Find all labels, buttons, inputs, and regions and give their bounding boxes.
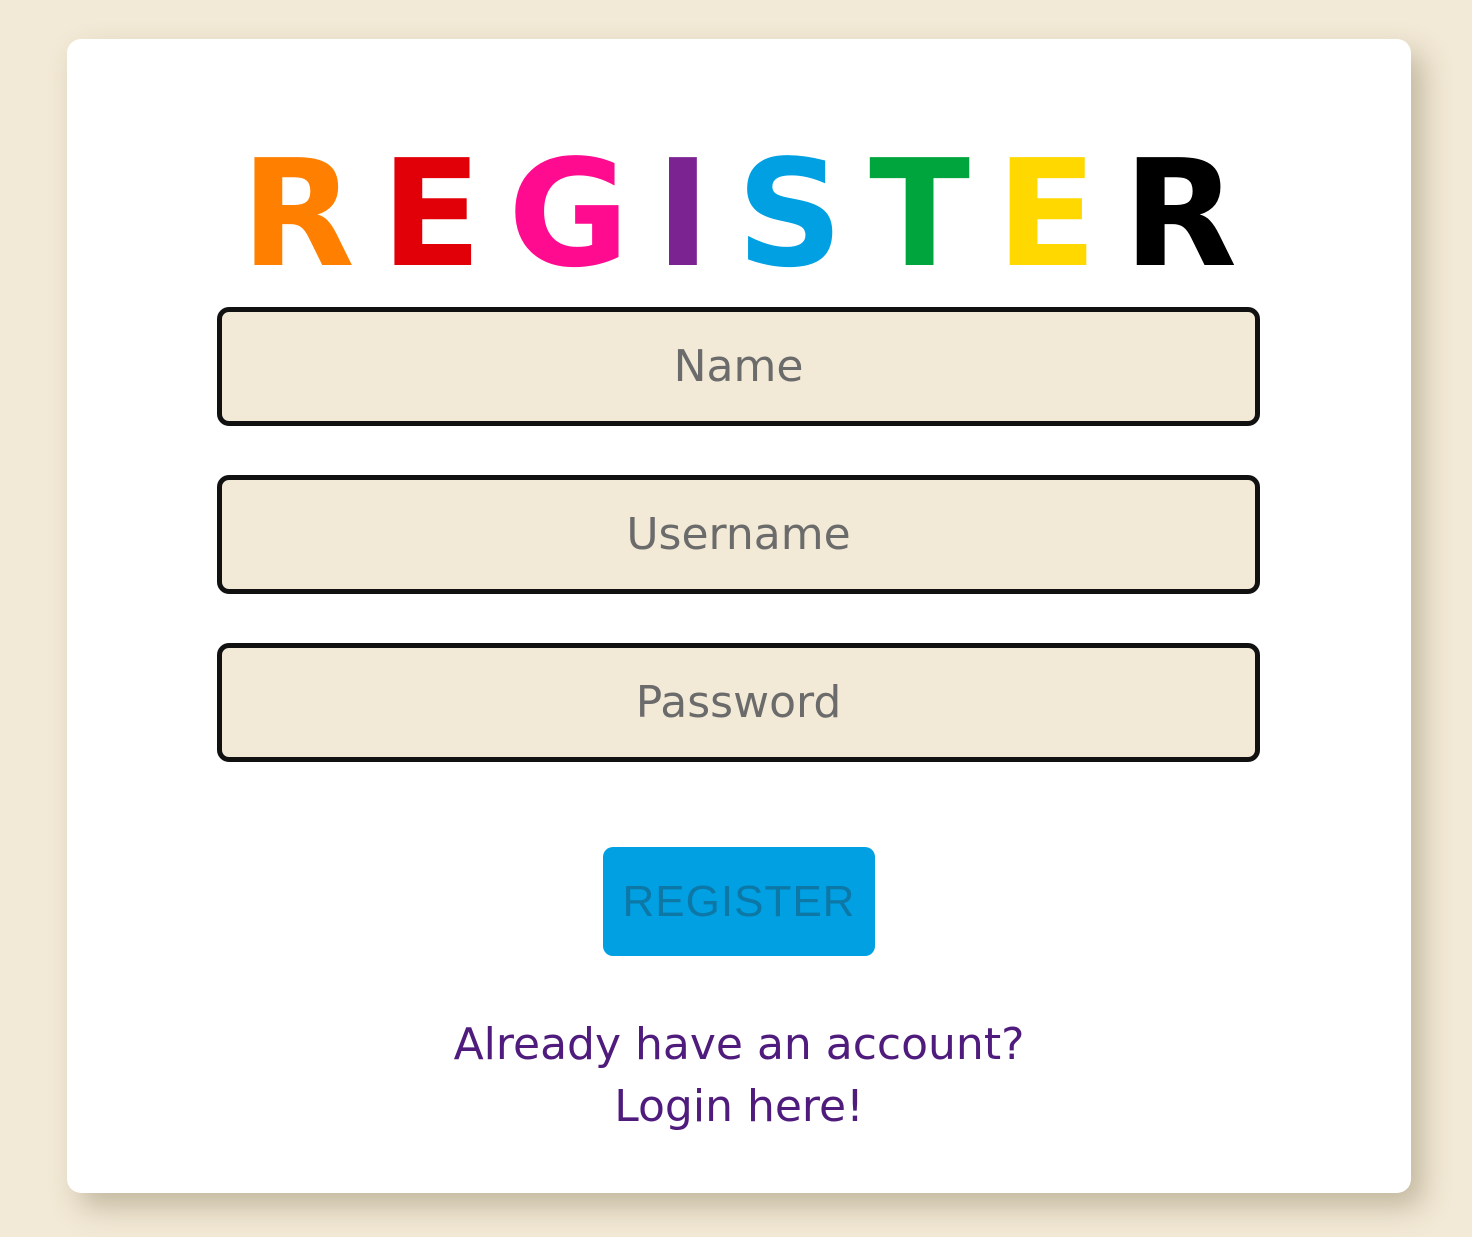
title-letter: E	[380, 128, 508, 300]
title-letter: S	[736, 128, 870, 300]
password-input[interactable]	[217, 643, 1260, 762]
username-input[interactable]	[217, 475, 1260, 594]
register-card: REGISTER REGISTER Already have an accoun…	[67, 39, 1411, 1193]
name-input[interactable]	[217, 307, 1260, 426]
login-link-line1: Already have an account?	[453, 1019, 1025, 1070]
title-letter: G	[507, 128, 656, 300]
login-link-line2: Login here!	[614, 1081, 864, 1132]
login-link[interactable]: Already have an account? Login here!	[67, 1014, 1411, 1138]
title-letter: E	[996, 128, 1124, 300]
register-title: REGISTER	[67, 139, 1411, 289]
title-letter: I	[655, 128, 737, 300]
title-letter: R	[240, 128, 381, 300]
title-letter: T	[869, 128, 997, 300]
title-letter: R	[1123, 128, 1264, 300]
register-button[interactable]: REGISTER	[603, 847, 875, 956]
